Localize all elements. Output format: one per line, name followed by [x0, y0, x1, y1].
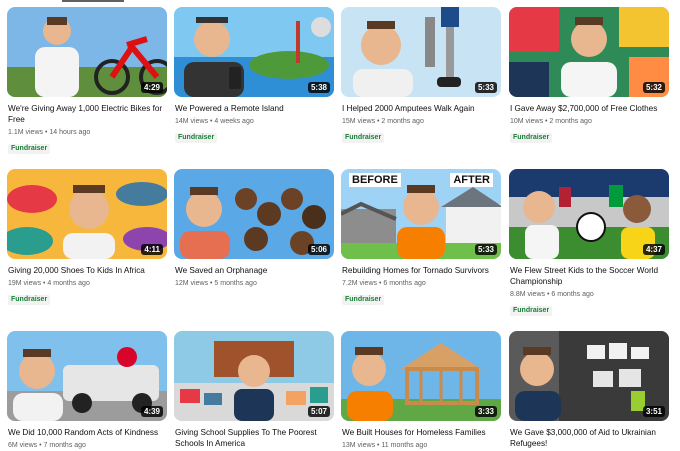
video-card[interactable]: 5:38 We Powered a Remote Island 14M view…	[174, 7, 334, 144]
video-duration: 4:39	[140, 406, 163, 417]
video-thumbnail[interactable]: 5:32	[509, 7, 669, 97]
video-duration: 5:07	[307, 406, 330, 417]
video-duration: 5:32	[642, 82, 665, 93]
video-title[interactable]: We Did 10,000 Random Acts of Kindness	[7, 427, 167, 438]
video-duration: 3:33	[474, 406, 497, 417]
fundraiser-badge: Fundraiser	[8, 144, 51, 154]
video-duration: 4:11	[141, 244, 163, 255]
video-meta: 13M views • 11 months ago	[342, 442, 428, 449]
video-duration: 5:33	[474, 82, 497, 93]
video-duration: 5:38	[307, 82, 330, 93]
video-thumbnail[interactable]: 4:39	[7, 331, 167, 421]
video-title[interactable]: Giving 20,000 Shoes To Kids In Africa	[7, 265, 167, 276]
fundraiser-badge: Fundraiser	[510, 306, 553, 316]
upload-age: 4 weeks ago	[214, 118, 254, 125]
view-count: 15M views	[342, 118, 376, 125]
video-meta: 6M views • 7 months ago	[8, 442, 86, 449]
fundraiser-badge: Fundraiser	[342, 133, 385, 143]
upload-age: 11 months ago	[381, 442, 428, 449]
video-card[interactable]: 4:29 We're Giving Away 1,000 Electric Bi…	[7, 7, 167, 155]
video-title[interactable]: We Gave $3,000,000 of Aid to Ukrainian R…	[509, 427, 669, 449]
video-meta: 19M views • 4 months ago	[8, 280, 90, 287]
video-card[interactable]: 4:37 We Flew Street Kids to the Soccer W…	[509, 169, 669, 317]
view-count: 10M views	[510, 118, 544, 125]
video-meta: 1.1M views • 14 hours ago	[8, 129, 91, 136]
video-duration: 3:51	[642, 406, 665, 417]
video-meta: 12M views • 5 months ago	[175, 280, 257, 287]
video-thumbnail[interactable]: 3:33	[341, 331, 501, 421]
video-thumbnail[interactable]: 4:37	[509, 169, 669, 259]
upload-age: 7 months ago	[43, 442, 86, 449]
upload-age: 4 months ago	[47, 280, 90, 287]
video-title[interactable]: We're Giving Away 1,000 Electric Bikes f…	[7, 103, 167, 125]
fundraiser-badge: Fundraiser	[342, 295, 385, 305]
upload-age: 14 hours ago	[49, 129, 91, 136]
thumbnail-after-label: AFTER	[450, 173, 493, 187]
video-meta: 7.2M views • 6 months ago	[342, 280, 426, 287]
video-card[interactable]: 5:33 I Helped 2000 Amputees Walk Again 1…	[341, 7, 501, 144]
video-thumbnail[interactable]: BEFORE AFTER 5:33	[341, 169, 501, 259]
thumbnail-before-label: BEFORE	[349, 173, 401, 187]
video-title[interactable]: We Built Houses for Homeless Families	[341, 427, 501, 438]
video-title[interactable]: We Powered a Remote Island	[174, 103, 334, 114]
video-meta: 15M views • 2 months ago	[342, 118, 424, 125]
video-title[interactable]: I Helped 2000 Amputees Walk Again	[341, 103, 501, 114]
video-card[interactable]: 5:07 Giving School Supplies To The Poore…	[174, 331, 334, 449]
fundraiser-badge: Fundraiser	[8, 295, 51, 305]
view-count: 19M views	[8, 280, 42, 287]
view-count: 1.1M views	[8, 129, 44, 136]
view-count: 7.2M views	[342, 280, 378, 287]
upload-age: 2 months ago	[549, 118, 592, 125]
view-count: 14M views	[175, 118, 209, 125]
view-count: 8.8M views	[510, 291, 546, 298]
video-title[interactable]: Rebuilding Homes for Tornado Survivors	[341, 265, 501, 276]
video-title[interactable]: We Saved an Orphanage	[174, 265, 334, 276]
video-meta: 10M views • 2 months ago	[510, 118, 592, 125]
video-meta: 14M views • 4 weeks ago	[175, 118, 254, 125]
video-thumbnail[interactable]: 3:51	[509, 331, 669, 421]
fundraiser-badge: Fundraiser	[175, 133, 218, 143]
video-duration: 5:33	[474, 244, 497, 255]
video-title[interactable]: We Flew Street Kids to the Soccer World …	[509, 265, 669, 287]
video-duration: 5:06	[307, 244, 330, 255]
video-thumbnail[interactable]: 5:38	[174, 7, 334, 97]
video-title[interactable]: Giving School Supplies To The Poorest Sc…	[174, 427, 334, 449]
fundraiser-badge: Fundraiser	[510, 133, 553, 143]
video-grid: 4:29 We're Giving Away 1,000 Electric Bi…	[0, 0, 680, 451]
video-duration: 4:29	[140, 82, 163, 93]
video-duration: 4:37	[642, 244, 665, 255]
video-thumbnail[interactable]: 5:06	[174, 169, 334, 259]
view-count: 12M views	[175, 280, 209, 287]
upload-age: 2 months ago	[381, 118, 424, 125]
video-thumbnail[interactable]: 5:07	[174, 331, 334, 421]
upload-age: 6 months ago	[383, 280, 426, 287]
video-thumbnail[interactable]: 5:33	[341, 7, 501, 97]
video-card[interactable]: 5:32 I Gave Away $2,700,000 of Free Clot…	[509, 7, 669, 144]
video-title[interactable]: I Gave Away $2,700,000 of Free Clothes	[509, 103, 669, 114]
view-count: 13M views	[342, 442, 376, 449]
video-card[interactable]: BEFORE AFTER 5:33 Rebuilding Homes for T…	[341, 169, 501, 306]
video-thumbnail[interactable]: 4:29	[7, 7, 167, 97]
video-thumbnail[interactable]: 4:11	[7, 169, 167, 259]
video-card[interactable]: 3:33 We Built Houses for Homeless Famili…	[341, 331, 501, 450]
upload-age: 5 months ago	[214, 280, 257, 287]
view-count: 6M views	[8, 442, 38, 449]
video-card[interactable]: 5:06 We Saved an Orphanage 12M views • 5…	[174, 169, 334, 288]
video-card[interactable]: 3:51 We Gave $3,000,000 of Aid to Ukrain…	[509, 331, 669, 449]
video-card[interactable]: 4:39 We Did 10,000 Random Acts of Kindne…	[7, 331, 167, 450]
video-card[interactable]: 4:11 Giving 20,000 Shoes To Kids In Afri…	[7, 169, 167, 306]
upload-age: 6 months ago	[551, 291, 594, 298]
video-meta: 8.8M views • 6 months ago	[510, 291, 594, 298]
